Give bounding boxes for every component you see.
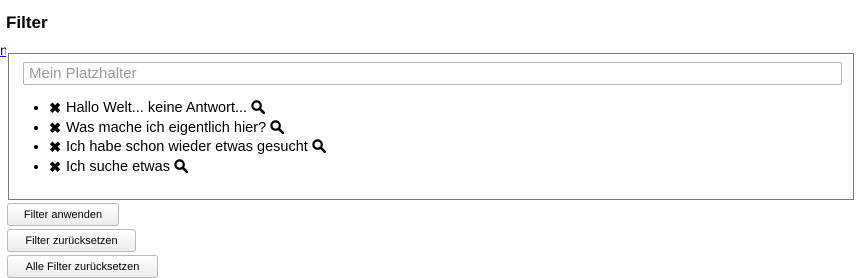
apply-filter-button[interactable]: Filter anwenden xyxy=(7,203,119,226)
clipped-link[interactable]: n xyxy=(0,42,6,58)
list-item: ✖Ich habe schon wieder etwas gesucht xyxy=(49,138,326,158)
search-term-label[interactable]: Ich habe schon wieder etwas gesucht xyxy=(66,139,308,155)
list-item: ✖Ich suche etwas xyxy=(49,158,326,178)
reset-all-filters-button[interactable]: Alle Filter zurücksetzen xyxy=(7,255,158,278)
page-title: Filter xyxy=(6,13,48,32)
search-term-label[interactable]: Ich suche etwas xyxy=(66,159,170,175)
list-item: ✖Hallo Welt... keine Antwort... xyxy=(49,99,326,119)
page: Filter n ✖Hallo Welt... keine Antwort...… xyxy=(0,0,858,278)
close-icon[interactable]: ✖ xyxy=(49,139,62,158)
search-icon[interactable] xyxy=(174,158,188,173)
list-item: ✖Was mache ich eigentlich hier? xyxy=(49,119,326,139)
search-input[interactable] xyxy=(23,62,842,85)
filter-panel: ✖Hallo Welt... keine Antwort... ✖Was mac… xyxy=(8,53,854,200)
close-icon[interactable]: ✖ xyxy=(49,159,62,178)
search-term-list: ✖Hallo Welt... keine Antwort... ✖Was mac… xyxy=(9,99,326,177)
close-icon[interactable]: ✖ xyxy=(49,120,62,139)
search-term-label[interactable]: Hallo Welt... keine Antwort... xyxy=(66,100,247,116)
search-term-label[interactable]: Was mache ich eigentlich hier? xyxy=(66,120,266,136)
search-icon[interactable] xyxy=(251,100,266,114)
reset-filter-button[interactable]: Filter zurücksetzen xyxy=(7,229,136,252)
search-icon[interactable] xyxy=(270,119,285,134)
close-icon[interactable]: ✖ xyxy=(49,100,62,119)
search-icon[interactable] xyxy=(312,139,326,153)
